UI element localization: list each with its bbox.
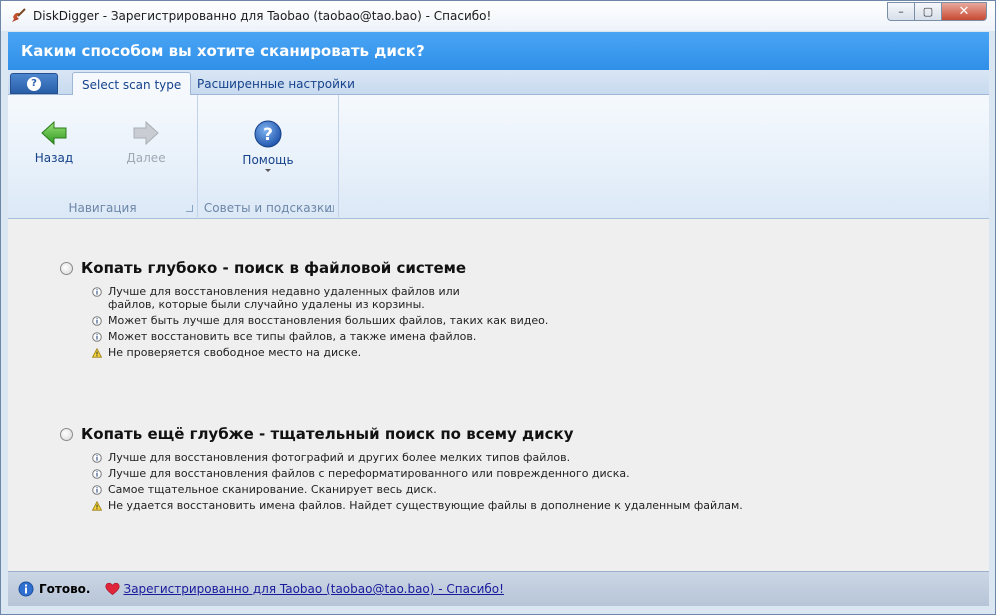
arrow-right-icon [133,120,159,146]
ribbon-group-tips: ? Помощь Советы и подсказки [198,95,339,217]
list-item: Лучше для восстановления фотографий и др… [92,451,743,464]
status-bar: Готово. Зарегистрированно для Taobao (ta… [8,571,989,606]
minimize-button[interactable]: – [887,2,914,21]
list-item: Не удается восстановить имена файлов. На… [92,499,743,512]
info-icon [18,581,34,597]
list-item: Может быть лучше для восстановления боль… [92,314,548,327]
help-button[interactable]: ? Помощь [236,119,300,172]
dialog-launcher-icon[interactable] [327,205,334,212]
shovel-icon [9,7,27,25]
ribbon-tabbar: ? Select scan type Расширенные настройки [8,70,989,97]
option-header[interactable]: Копать глубоко - поиск в файловой систем… [60,259,548,277]
ribbon-panel: Назад Далее Навигация ? Помощь Советы и … [8,95,989,219]
next-button[interactable]: Далее [114,119,178,165]
group-label-navigation: Навигация [68,201,137,215]
group-label-tips: Советы и подсказки [203,201,333,215]
next-label: Далее [126,151,166,165]
info-icon [92,316,102,326]
radio-dig-deeper[interactable] [60,427,73,441]
option-bullets: Лучше для восстановления фотографий и др… [92,451,743,512]
ribbon-group-navigation: Назад Далее Навигация [8,95,198,217]
back-button[interactable]: Назад [22,119,86,165]
page-title: Каким способом вы хотите сканировать дис… [21,42,425,60]
option-bullets: Лучше для восстановления недавно удаленн… [92,285,548,359]
app-window: DiskDigger - Зарегистрированно для Taoba… [0,0,996,615]
option-dig-deeper[interactable]: Копать ещё глубже - тщательный поиск по … [60,425,743,515]
info-icon [92,287,102,297]
list-item: Может восстановить все типы файлов, а та… [92,330,548,343]
list-item: Самое тщательное сканирование. Сканирует… [92,483,743,496]
status-text: Готово. [39,582,91,596]
list-item: Лучше для восстановления недавно удаленн… [92,285,548,311]
option-header[interactable]: Копать ещё глубже - тщательный поиск по … [60,425,743,443]
list-item: Не проверяется свободное место на диске. [92,346,548,359]
warning-icon [92,501,102,511]
window-title: DiskDigger - Зарегистрированно для Taoba… [33,9,492,23]
registration-link[interactable]: Зарегистрированно для Taobao (taobao@tao… [124,582,504,596]
info-icon [92,485,102,495]
heart-icon [104,582,120,595]
warning-icon [92,348,102,358]
dialog-launcher-icon[interactable] [186,205,193,212]
radio-dig-deep[interactable] [60,261,73,275]
arrow-left-icon [41,120,67,146]
wizard-header: Каким способом вы хотите сканировать дис… [8,32,989,70]
back-label: Назад [34,151,74,165]
svg-text:?: ? [263,125,273,145]
info-icon [92,469,102,479]
maximize-button[interactable]: ▢ [914,2,941,21]
question-icon: ? [27,76,41,91]
close-button[interactable]: ✕ [941,2,987,21]
info-icon [92,453,102,463]
title-bar[interactable]: DiskDigger - Зарегистрированно для Taoba… [1,1,995,31]
help-icon: ? [254,120,282,148]
app-menu-button[interactable]: ? [10,73,58,94]
tab-advanced-settings[interactable]: Расширенные настройки [188,72,364,96]
tab-select-scan-type[interactable]: Select scan type [72,72,192,97]
help-label: Помощь [242,153,294,167]
window-controls: – ▢ ✕ [887,2,987,21]
scan-options-area: Копать глубоко - поиск в файловой систем… [8,219,989,571]
info-icon [92,332,102,342]
option-dig-deep[interactable]: Копать глубоко - поиск в файловой систем… [60,259,548,362]
list-item: Лучше для восстановления файлов с перефо… [92,467,743,480]
chevron-down-icon [265,169,271,172]
option-title[interactable]: Копать ещё глубже - тщательный поиск по … [81,425,574,443]
option-title[interactable]: Копать глубоко - поиск в файловой систем… [81,259,466,277]
